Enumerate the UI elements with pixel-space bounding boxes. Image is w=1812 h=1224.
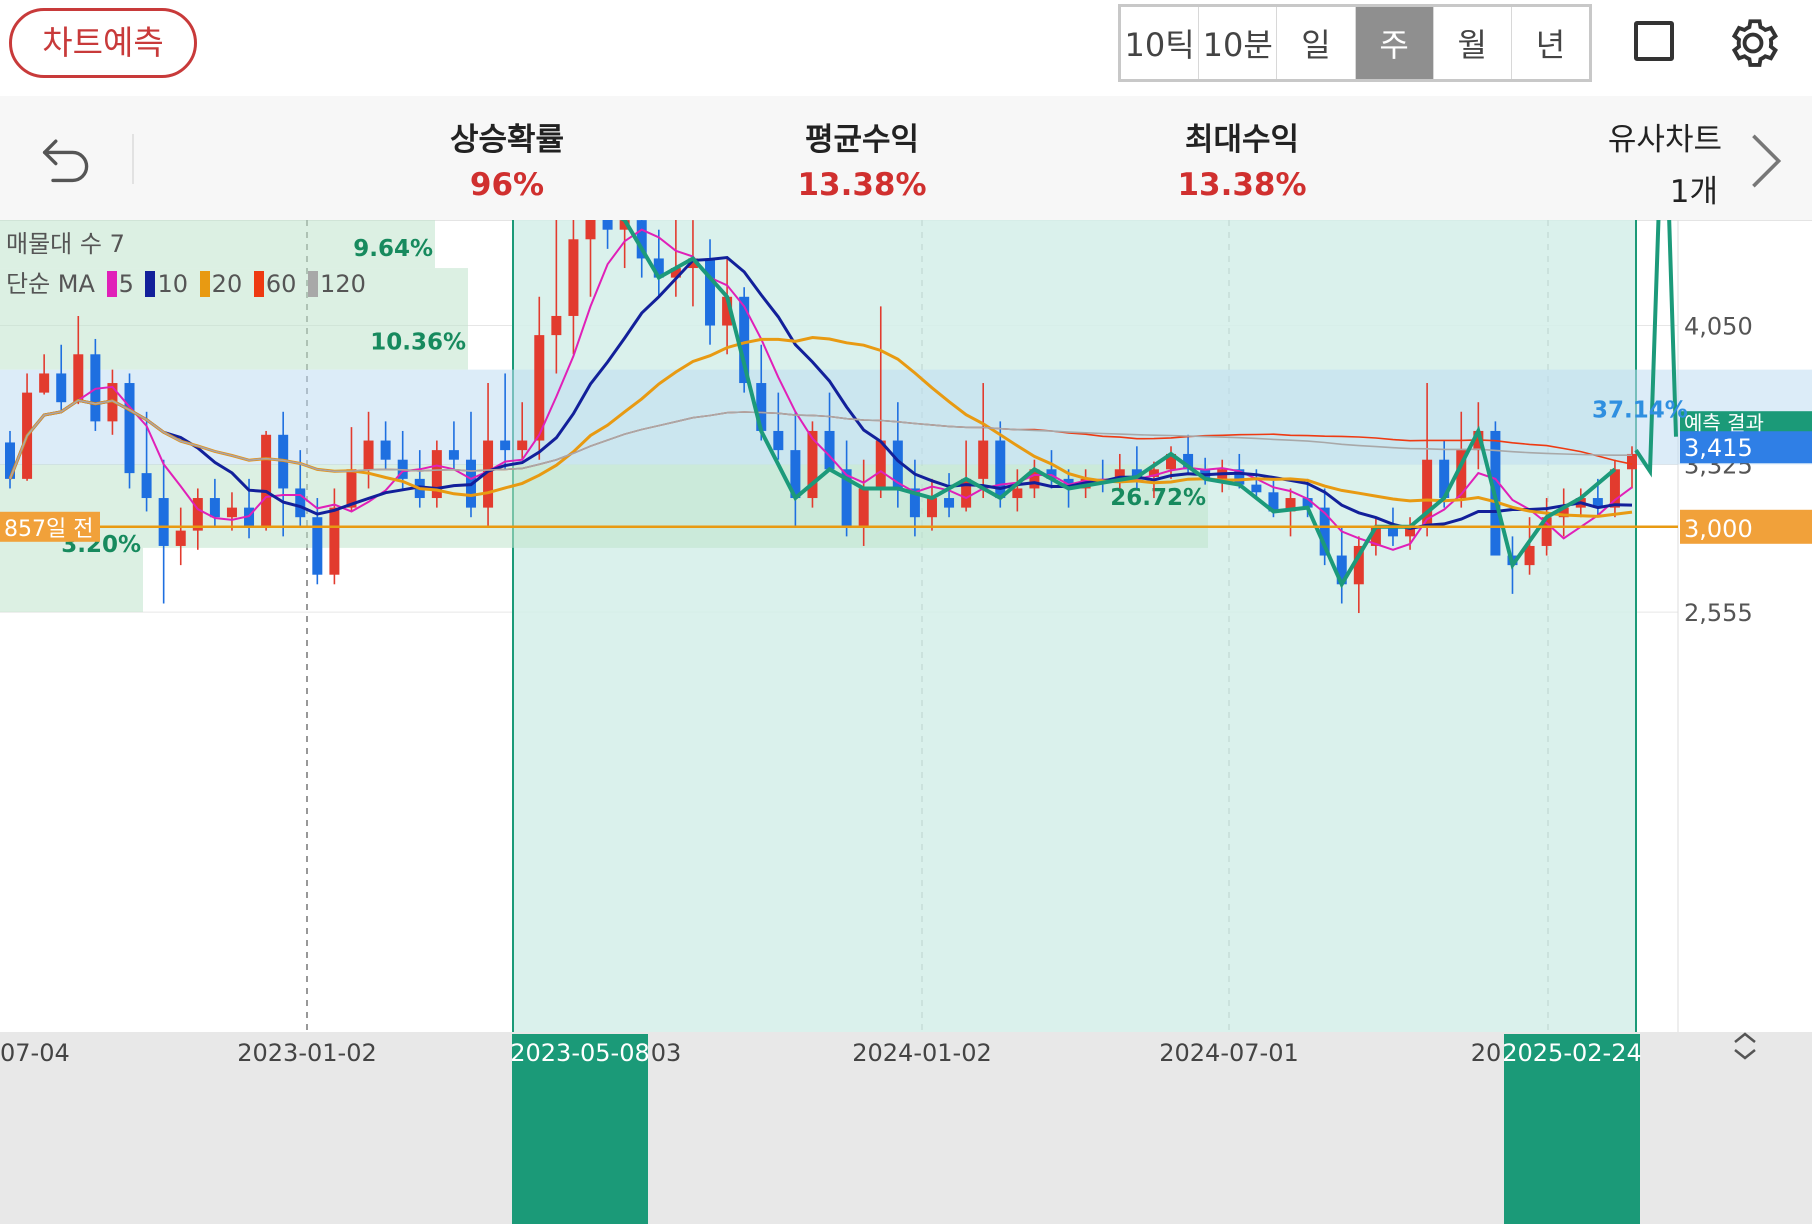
- candle-body: [141, 473, 152, 499]
- volume-profile-pct: 26.72%: [1110, 485, 1206, 511]
- ma120-label: 120: [320, 270, 366, 298]
- x-tick-label: 07-04: [0, 1039, 70, 1067]
- ma20-swatch: [199, 271, 210, 297]
- ma5-label: 5: [118, 270, 134, 298]
- x-tick-label: 2023-05-08: [510, 1039, 649, 1067]
- top-toolbar: 차트예측 10틱 10분 일 주 월 년: [0, 0, 1812, 95]
- candle-body: [944, 498, 955, 508]
- candle-body: [978, 440, 989, 479]
- similar-period-shade: [513, 220, 1636, 1032]
- x-tick-label: 20: [1471, 1039, 1502, 1067]
- fullscreen-square-icon[interactable]: [1634, 21, 1674, 61]
- ma120-swatch: [308, 271, 319, 297]
- ma10-swatch: [145, 271, 156, 297]
- ma60-swatch: [253, 271, 264, 297]
- candle-body: [551, 315, 562, 336]
- x-tick-label: 2023-01-02: [237, 1039, 376, 1067]
- candle-body: [875, 440, 886, 489]
- rise-probability-label: 상승확률: [449, 122, 565, 158]
- candlestick-chart-svg[interactable]: 0.00%12.94%9.64%10.36%26.72%3.20%857일 전5…: [0, 220, 1812, 1224]
- candle-body: [261, 434, 272, 527]
- y-tick-label: 4,050: [1684, 313, 1753, 341]
- period-tab-10min[interactable]: 10분: [1199, 7, 1278, 79]
- ma5-swatch: [106, 271, 117, 297]
- period-tab-day[interactable]: 일: [1277, 7, 1356, 79]
- candle-body: [568, 239, 579, 316]
- candle-body: [295, 488, 306, 518]
- period-tab-week[interactable]: 주: [1355, 7, 1434, 79]
- candle-body: [1251, 484, 1262, 493]
- candle-body: [585, 220, 596, 240]
- rise-probability-stat: 상승확률 96%: [397, 114, 617, 203]
- max-return-label: 최대수익: [1184, 122, 1300, 158]
- candle-body: [517, 440, 528, 451]
- ma10-label: 10: [157, 270, 189, 298]
- current-price: 3,415: [1684, 434, 1753, 462]
- candle-body: [448, 450, 459, 460]
- candle-body: [175, 530, 186, 546]
- volume-profile-pct: 10.36%: [370, 330, 466, 356]
- candle-body: [363, 440, 374, 470]
- candle-body: [39, 373, 50, 393]
- candle-body: [329, 507, 340, 575]
- average-return-value: 13.38%: [797, 167, 927, 203]
- candle-body: [602, 220, 613, 230]
- candle-body: [158, 498, 169, 546]
- x-tick-label: 2025-02-24: [1502, 1039, 1641, 1067]
- period-tab-month[interactable]: 월: [1434, 7, 1512, 79]
- candle-body: [56, 373, 67, 403]
- candle-body: [858, 488, 869, 527]
- ma20-label: 20: [211, 270, 243, 298]
- period-tab-10tick[interactable]: 10틱: [1121, 7, 1200, 79]
- candle: [124, 373, 135, 489]
- candle-body: [500, 440, 511, 451]
- reference-price: 3,000: [1684, 515, 1753, 543]
- ma60-label: 60: [265, 270, 297, 298]
- candle-body: [226, 507, 237, 518]
- similar-chart-count[interactable]: 1개: [1670, 166, 1718, 211]
- max-return-stat: 최대수익 13.38%: [1132, 114, 1352, 203]
- candle: [431, 440, 442, 508]
- average-return-label: 평균수익: [804, 122, 920, 158]
- candle-body: [124, 383, 135, 474]
- chevron-right-icon[interactable]: [1748, 132, 1784, 190]
- x-tick-label: 2024-07-01: [1159, 1039, 1298, 1067]
- gear-icon[interactable]: [1724, 14, 1782, 72]
- price-chart[interactable]: 0.00%12.94%9.64%10.36%26.72%3.20%857일 전5…: [0, 220, 1812, 1224]
- x-tick-label: 2024-01-02: [852, 1039, 991, 1067]
- candle-body: [926, 498, 937, 518]
- chart-predict-button[interactable]: 차트예측: [9, 8, 197, 78]
- stats-divider: [132, 134, 134, 184]
- candle-body: [209, 498, 220, 518]
- candle: [261, 430, 272, 531]
- volume-profile-legend: 매물대 수 7: [6, 230, 125, 258]
- ma-legend-title: 단순 MA: [6, 270, 95, 298]
- candle-body: [705, 258, 716, 326]
- candle-body: [1012, 488, 1023, 499]
- volume-profile-band: [0, 369, 1812, 465]
- period-selector: 10틱 10분 일 주 월 년: [1118, 4, 1592, 82]
- period-tab-year[interactable]: 년: [1512, 7, 1589, 79]
- ma-legend: 단순 MA 5 10 20 60 120: [6, 264, 366, 299]
- prediction-pct: 37.14%: [1592, 398, 1688, 424]
- volume-profile-pct: 9.64%: [353, 236, 433, 262]
- prediction-stats-bar: 상승확률 96% 평균수익 13.38% 최대수익 13.38% 유사차트 1개: [0, 96, 1812, 221]
- reference-label: 857일 전: [4, 517, 93, 542]
- candle-body: [773, 430, 784, 451]
- rise-probability-value: 96%: [469, 167, 545, 203]
- average-return-stat: 평균수익 13.38%: [752, 114, 972, 203]
- undo-back-icon[interactable]: [38, 130, 96, 186]
- x-tick-label: 03: [651, 1039, 682, 1067]
- candle-body: [824, 430, 835, 470]
- candle-body: [73, 354, 84, 403]
- y-tick-label: 2,555: [1684, 599, 1753, 627]
- similar-chart-label[interactable]: 유사차트: [1608, 114, 1722, 159]
- candle-body: [380, 440, 391, 460]
- max-return-value: 13.38%: [1177, 167, 1307, 203]
- candle-body: [1627, 453, 1637, 470]
